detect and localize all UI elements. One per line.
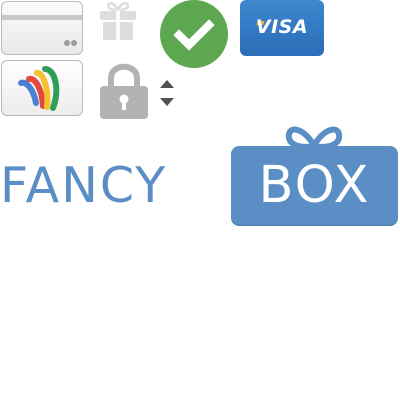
sort-arrows-icon[interactable] (158, 78, 176, 110)
logo-word-fancy: FANCY (0, 157, 168, 214)
visa-card-icon[interactable]: VISA (240, 0, 324, 56)
credit-card-icon[interactable] (1, 1, 83, 55)
logo-word-box: BOX (258, 156, 371, 215)
google-wallet-icon[interactable] (1, 60, 83, 116)
card-dot (71, 40, 77, 46)
card-stripe (2, 15, 82, 20)
card-dot (64, 40, 70, 46)
checkmark-icon (160, 0, 228, 68)
gift-icon (100, 2, 136, 40)
visa-label: VISA (255, 16, 309, 38)
lock-icon (100, 63, 148, 119)
